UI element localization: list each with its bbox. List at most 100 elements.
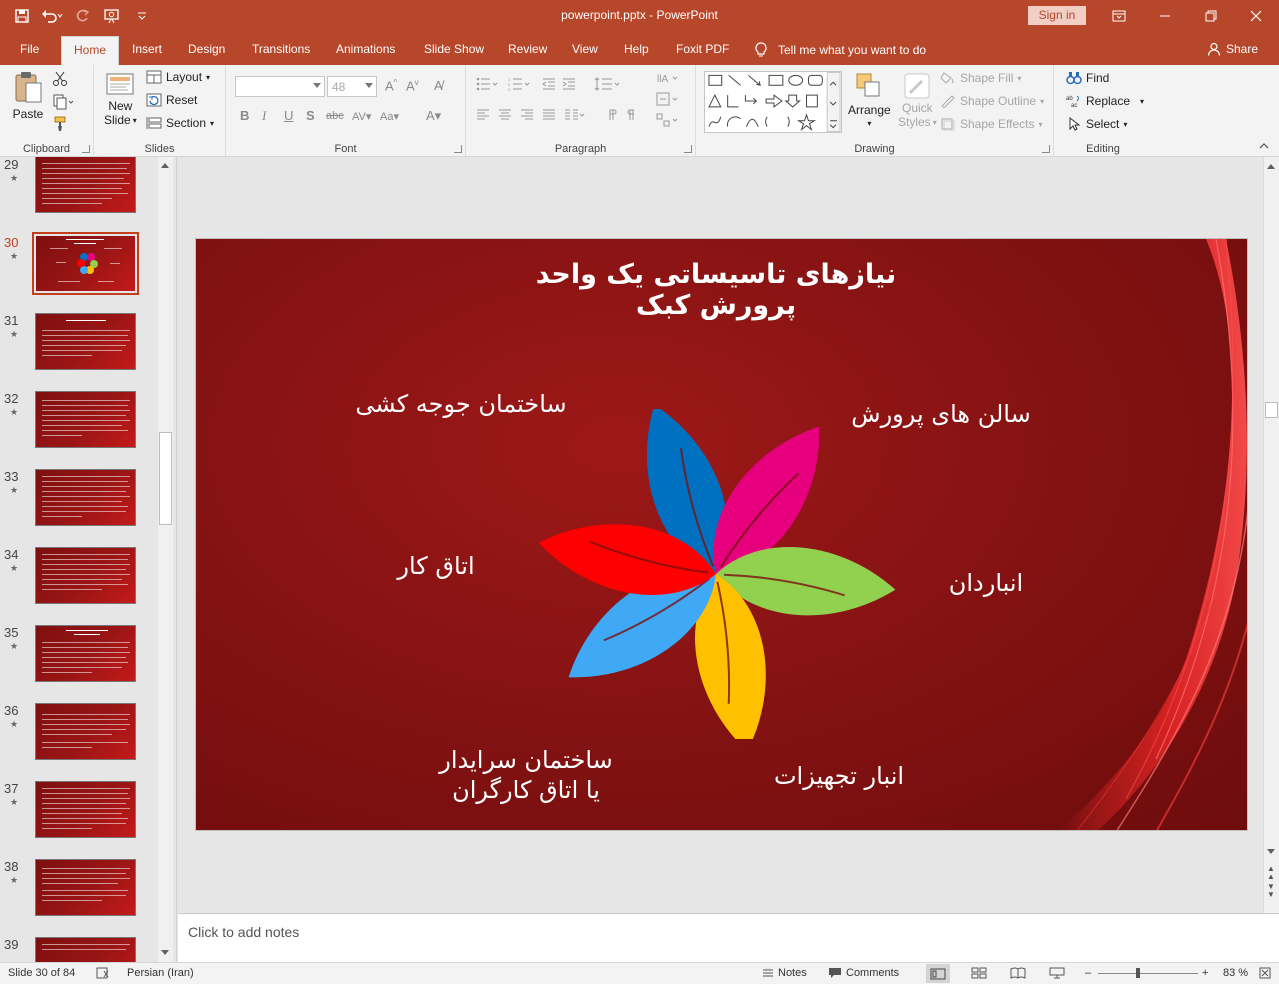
redo-icon[interactable] bbox=[68, 4, 96, 28]
tell-me-box[interactable]: Tell me what you want to do bbox=[754, 42, 926, 58]
decrease-font-size-icon[interactable]: Av bbox=[406, 78, 419, 93]
slide-canvas[interactable]: نیازهای تاسیساتی یک واحد پرورش کبک ساختم… bbox=[195, 238, 1248, 831]
close-icon[interactable] bbox=[1233, 0, 1279, 32]
thumbnail-image[interactable] bbox=[35, 157, 136, 213]
find-button[interactable]: Find bbox=[1066, 71, 1109, 85]
language-indicator[interactable]: Persian (Iran) bbox=[127, 967, 194, 979]
save-icon[interactable] bbox=[8, 4, 36, 28]
editor-scrollbar[interactable]: ▲ ▲ ▼ ▼ bbox=[1263, 157, 1279, 913]
new-slide-button[interactable]: New Slide ▾ bbox=[104, 71, 137, 127]
editor-scroll-thumb[interactable] bbox=[1265, 402, 1278, 418]
change-case-icon[interactable]: Aa▾ bbox=[380, 110, 399, 123]
flower-graphic[interactable] bbox=[536, 409, 916, 739]
rtl-direction-icon[interactable] bbox=[604, 109, 618, 121]
ltr-direction-icon[interactable] bbox=[624, 109, 638, 121]
thumbnail-slide-36[interactable]: 36 ★ bbox=[0, 703, 158, 781]
thumbnail-scrollbar[interactable] bbox=[158, 157, 173, 962]
arrange-button[interactable]: Arrange ▾ bbox=[848, 71, 891, 128]
cut-icon[interactable] bbox=[52, 71, 68, 87]
tab-transitions[interactable]: Transitions bbox=[244, 36, 318, 65]
drawing-dialog-launcher[interactable] bbox=[1042, 145, 1050, 153]
label-equipment-store[interactable]: انبار تجهیزات bbox=[759, 761, 919, 791]
thumbnail-image[interactable] bbox=[35, 547, 136, 604]
font-dialog-launcher[interactable] bbox=[454, 145, 462, 153]
character-spacing-icon[interactable]: AV▾ bbox=[352, 110, 371, 123]
slide-show-button[interactable] bbox=[1049, 967, 1065, 979]
justify-icon[interactable] bbox=[542, 109, 556, 121]
clipboard-dialog-launcher[interactable] bbox=[82, 145, 90, 153]
zoom-slider-thumb[interactable] bbox=[1136, 968, 1140, 978]
thumbnail-image[interactable] bbox=[35, 313, 136, 370]
font-color-icon[interactable]: A▾ bbox=[426, 108, 441, 124]
underline-icon[interactable]: U bbox=[284, 108, 293, 123]
layout-button[interactable]: Layout ▾ bbox=[146, 70, 210, 84]
thumbnail-scroll-thumb[interactable] bbox=[159, 432, 172, 525]
numbering-icon[interactable]: 123 bbox=[508, 77, 530, 91]
tab-foxit-pdf[interactable]: Foxit PDF bbox=[668, 36, 737, 65]
zoom-level[interactable]: 83 % bbox=[1223, 967, 1248, 979]
line-spacing-icon[interactable] bbox=[594, 77, 620, 91]
tab-review[interactable]: Review bbox=[500, 36, 555, 65]
zoom-slider[interactable] bbox=[1098, 968, 1198, 978]
text-shadow-icon[interactable]: S bbox=[306, 108, 315, 123]
notes-pane[interactable]: Click to add notes bbox=[178, 913, 1279, 962]
paragraph-dialog-launcher[interactable] bbox=[684, 145, 692, 153]
clear-formatting-icon[interactable]: A̸ bbox=[434, 78, 443, 93]
text-direction-icon[interactable]: llA bbox=[656, 71, 678, 85]
spell-check-icon[interactable] bbox=[96, 967, 110, 979]
section-button[interactable]: Section ▾ bbox=[146, 116, 214, 130]
label-work-room[interactable]: اتاق کار bbox=[376, 551, 496, 581]
align-left-icon[interactable] bbox=[476, 109, 490, 121]
shape-outline-button[interactable]: Shape Outline ▾ bbox=[940, 94, 1044, 108]
restore-icon[interactable] bbox=[1188, 0, 1234, 32]
strikethrough-icon[interactable]: abc bbox=[326, 110, 344, 122]
increase-font-size-icon[interactable]: A^ bbox=[385, 78, 397, 93]
scroll-down-icon[interactable] bbox=[161, 950, 169, 955]
select-button[interactable]: Select ▾ bbox=[1066, 117, 1127, 131]
label-caretaker-building[interactable]: ساختمان سرایدار یا اتاق کارگران bbox=[416, 745, 636, 805]
shape-fill-button[interactable]: Shape Fill ▾ bbox=[940, 71, 1021, 85]
reset-button[interactable]: Reset bbox=[146, 93, 197, 107]
align-center-icon[interactable] bbox=[498, 109, 512, 121]
tab-insert[interactable]: Insert bbox=[124, 36, 170, 65]
italic-icon[interactable]: I bbox=[262, 108, 266, 124]
copy-icon[interactable] bbox=[52, 94, 74, 110]
editor-scroll-down-icon[interactable] bbox=[1267, 849, 1275, 854]
thumbnail-image[interactable] bbox=[35, 937, 136, 962]
thumbnail-slide-34[interactable]: 34 ★ bbox=[0, 547, 158, 625]
comments-toggle-button[interactable]: Comments bbox=[828, 967, 899, 979]
thumbnail-slide-33[interactable]: 33 ★ bbox=[0, 469, 158, 547]
ribbon-display-options-icon[interactable] bbox=[1096, 0, 1142, 32]
minimize-icon[interactable] bbox=[1142, 0, 1188, 32]
tab-help[interactable]: Help bbox=[616, 36, 657, 65]
font-name-combo[interactable] bbox=[235, 76, 325, 97]
undo-icon[interactable] bbox=[38, 4, 66, 28]
thumbnail-image[interactable] bbox=[35, 625, 136, 682]
notes-toggle-button[interactable]: Notes bbox=[762, 967, 807, 979]
normal-view-button[interactable] bbox=[926, 964, 950, 983]
align-text-icon[interactable] bbox=[656, 92, 678, 106]
thumbnail-slide-39[interactable]: 39 bbox=[0, 937, 158, 962]
thumbnail-image-selected[interactable] bbox=[32, 232, 139, 295]
start-from-beginning-icon[interactable] bbox=[98, 4, 126, 28]
shape-effects-button[interactable]: Shape Effects ▾ bbox=[940, 117, 1043, 131]
tab-design[interactable]: Design bbox=[180, 36, 233, 65]
reading-view-button[interactable] bbox=[1010, 967, 1026, 979]
next-slide-icon[interactable]: ▼ ▼ bbox=[1267, 883, 1275, 899]
quick-styles-button[interactable]: Quick Styles ▾ bbox=[898, 71, 937, 129]
thumbnail-image[interactable] bbox=[35, 859, 136, 916]
tab-view[interactable]: View bbox=[564, 36, 606, 65]
thumbnail-image[interactable] bbox=[35, 703, 136, 760]
thumbnail-image[interactable] bbox=[35, 469, 136, 526]
slide-title[interactable]: نیازهای تاسیساتی یک واحد پرورش کبک bbox=[446, 259, 986, 321]
convert-to-smartart-icon[interactable] bbox=[656, 113, 678, 127]
tab-animations[interactable]: Animations bbox=[328, 36, 403, 65]
thumbnail-image[interactable] bbox=[35, 781, 136, 838]
zoom-in-button[interactable]: + bbox=[1202, 967, 1208, 979]
format-painter-icon[interactable] bbox=[52, 116, 68, 132]
previous-slide-icon[interactable]: ▲ ▲ bbox=[1267, 865, 1275, 881]
thumbnail-slide-37[interactable]: 37 ★ bbox=[0, 781, 158, 859]
tab-file[interactable]: File bbox=[12, 36, 47, 65]
thumbnail-slide-30[interactable]: 30 ★ bbox=[0, 232, 158, 313]
collapse-ribbon-icon[interactable] bbox=[1258, 141, 1270, 151]
